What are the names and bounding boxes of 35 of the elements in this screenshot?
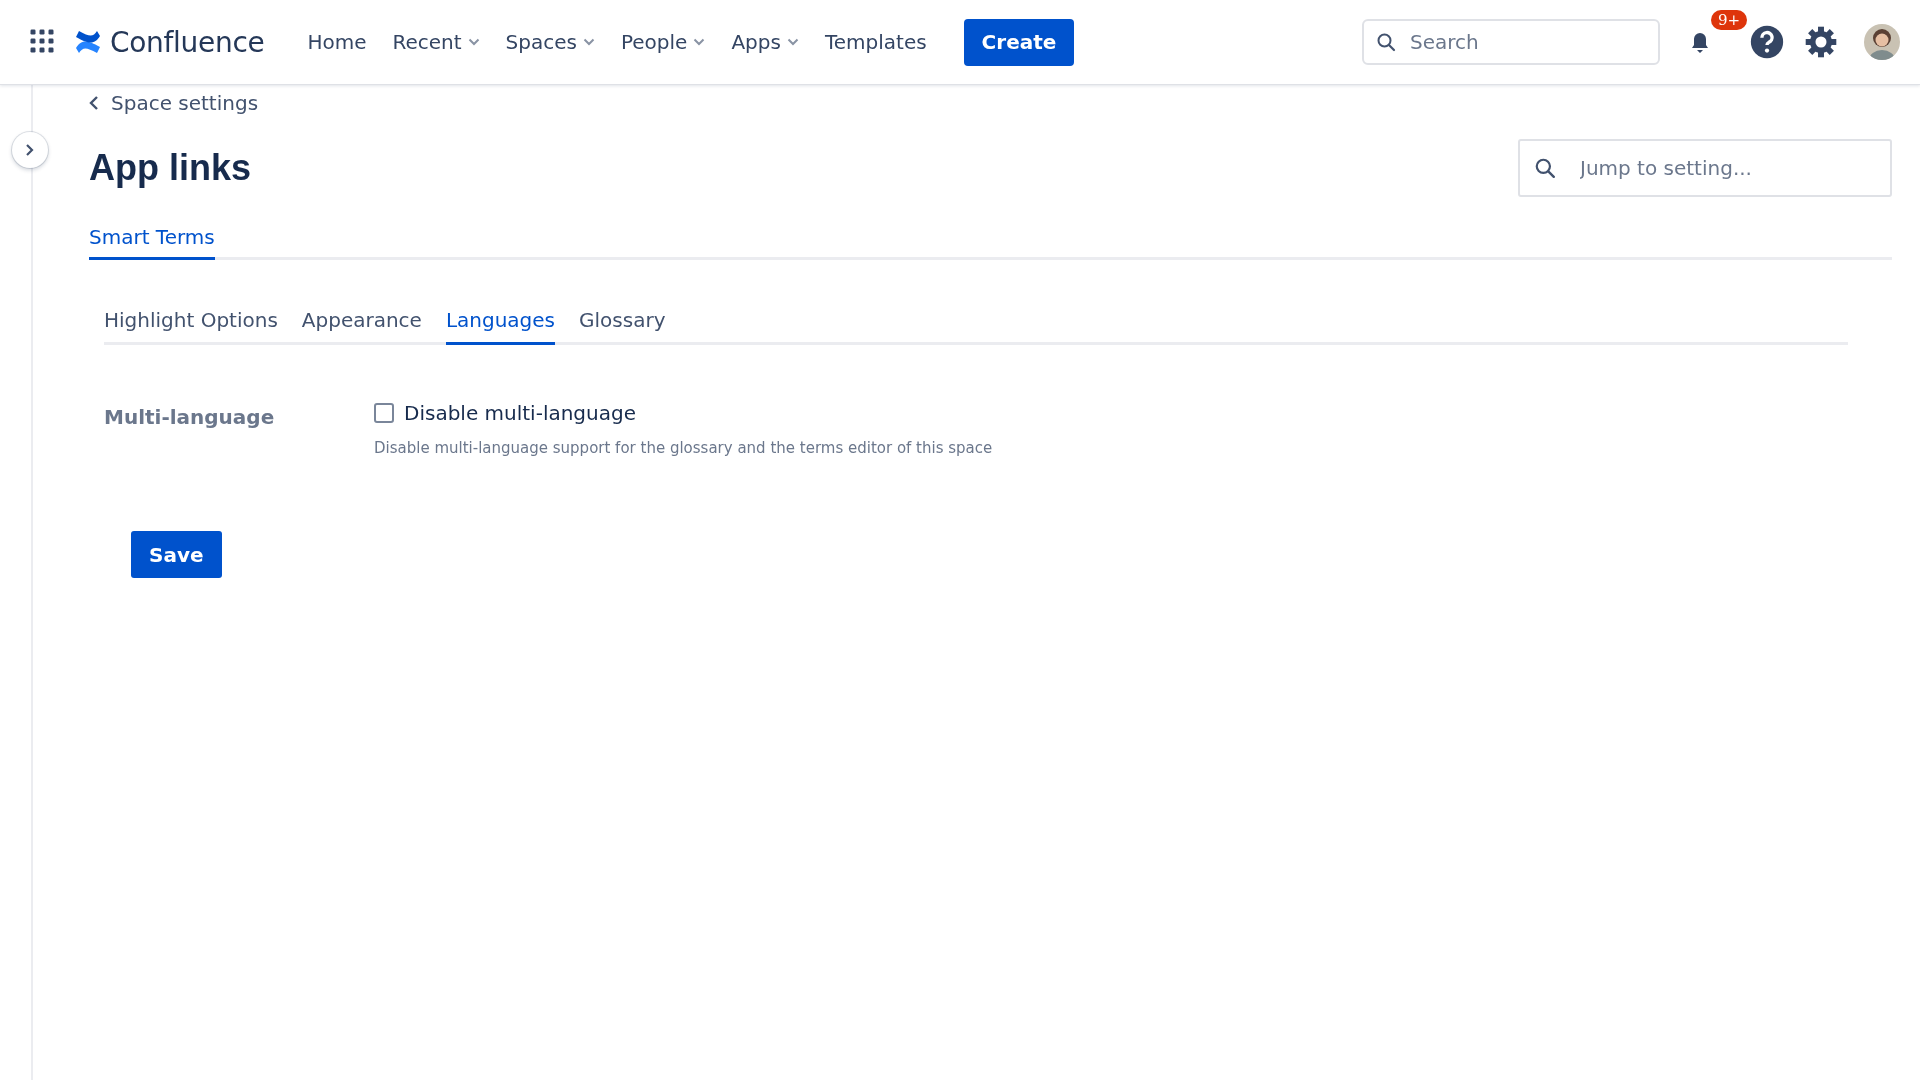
help-icon[interactable] xyxy=(1750,25,1784,59)
nav-menu-item[interactable]: Home xyxy=(294,24,380,60)
tab[interactable]: Highlight Options xyxy=(104,308,278,345)
avatar-icon[interactable] xyxy=(1864,24,1900,60)
settings-icon[interactable] xyxy=(1804,25,1838,59)
tab[interactable]: Smart Terms xyxy=(89,225,215,260)
nav-menu-item[interactable]: Apps xyxy=(718,24,812,60)
nav-menu-item[interactable]: Recent xyxy=(379,24,493,60)
back-link[interactable]: Space settings xyxy=(89,91,1892,115)
app-grid-icon[interactable] xyxy=(30,29,56,55)
chevron-down-icon xyxy=(693,38,706,46)
tab[interactable]: Glossary xyxy=(579,308,666,345)
create-button[interactable]: Create xyxy=(963,18,1075,66)
page-title: App links xyxy=(89,147,252,189)
chevron-down-icon xyxy=(582,38,595,46)
setting-description: Disable multi-language support for the glossary and the terms editor of this space xyxy=(374,439,993,457)
nav-menu-item[interactable]: People xyxy=(607,24,719,60)
logo-icon xyxy=(74,30,102,54)
save-button[interactable]: Save xyxy=(131,531,222,578)
nav-menu-item[interactable]: Spaces xyxy=(492,24,608,60)
breadcrumb-text: Space settings xyxy=(111,91,259,115)
setting-label: Multi-language xyxy=(104,404,276,431)
chevron-left-icon xyxy=(89,95,99,111)
chevron-right-icon xyxy=(25,143,35,157)
checkbox-label: Disable multi-language xyxy=(404,401,636,425)
chevron-down-icon xyxy=(467,38,480,46)
checkbox[interactable] xyxy=(374,403,394,423)
search-field[interactable]: Search xyxy=(1362,19,1660,65)
nav-menu-item[interactable]: Templates xyxy=(811,24,940,60)
notification-badge: 9+ xyxy=(1711,10,1748,30)
tab[interactable]: Languages xyxy=(445,308,556,345)
product-name: Confluence xyxy=(110,25,265,59)
tab[interactable]: Appearance xyxy=(301,308,422,345)
expand-sidebar-button[interactable] xyxy=(12,132,48,168)
chevron-down-icon xyxy=(786,38,799,46)
